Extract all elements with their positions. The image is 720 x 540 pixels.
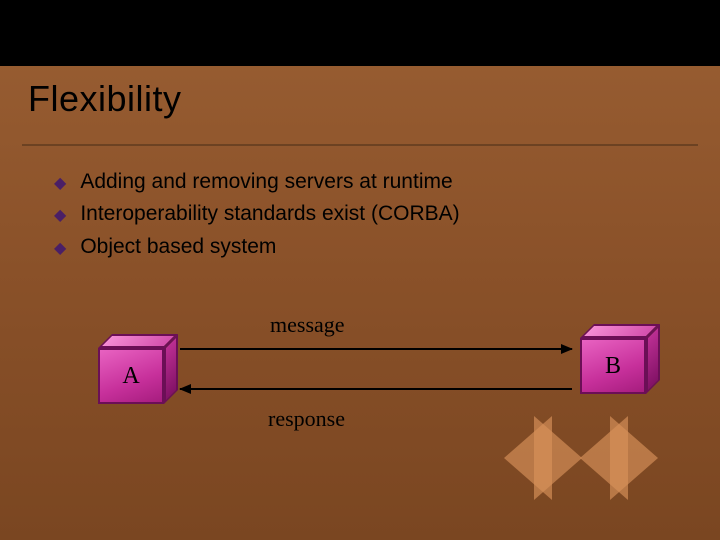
bullet-diamond-icon: ◆ xyxy=(54,173,66,195)
title-underline xyxy=(22,144,698,146)
cube-a-label: A xyxy=(100,350,162,402)
arrow-response xyxy=(180,388,572,390)
arrow-label-message: message xyxy=(270,312,345,338)
bullet-text: Adding and removing servers at runtime xyxy=(80,168,452,196)
bullet-item: ◆ Adding and removing servers at runtime xyxy=(54,168,614,196)
cube-b-label: B xyxy=(582,340,644,392)
bullet-text: Interoperability standards exist (CORBA) xyxy=(80,200,459,228)
arrow-label-response: response xyxy=(268,406,345,432)
bullet-item: ◆ Object based system xyxy=(54,233,614,261)
bullet-item: ◆ Interoperability standards exist (CORB… xyxy=(54,200,614,228)
bullet-list: ◆ Adding and removing servers at runtime… xyxy=(54,168,614,265)
slide: Flexibility ◆ Adding and removing server… xyxy=(0,0,720,540)
arrow-message xyxy=(180,348,572,350)
bullet-diamond-icon: ◆ xyxy=(54,238,66,260)
top-black-band xyxy=(0,0,720,66)
bullet-text: Object based system xyxy=(80,233,276,261)
slide-title: Flexibility xyxy=(22,70,698,120)
cube-b: B xyxy=(580,338,646,394)
title-box: Flexibility xyxy=(22,70,698,144)
bullet-diamond-icon: ◆ xyxy=(54,205,66,227)
cube-a: A xyxy=(98,348,164,404)
diagram: message A B response xyxy=(0,300,720,500)
